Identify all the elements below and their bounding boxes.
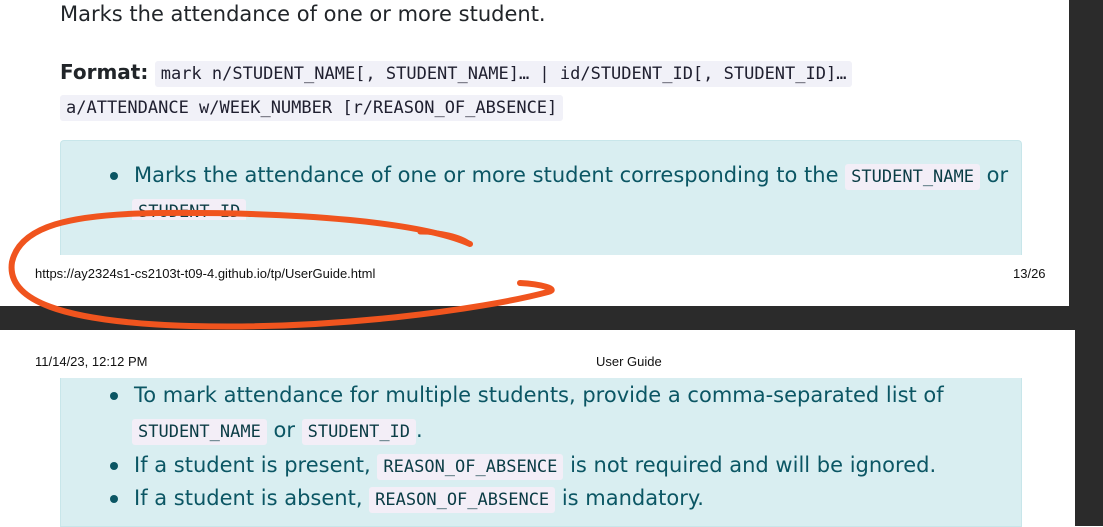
list-item: If a student is absent, REASON_OF_ABSENC… — [110, 486, 704, 513]
print-header-title: User Guide — [596, 354, 662, 369]
inline-code: REASON_OF_ABSENCE — [377, 454, 564, 480]
inline-code: STUDENT_ID — [301, 419, 417, 445]
page-separator — [0, 306, 1103, 330]
format-code-2: a/ATTENDANCE w/WEEK_NUMBER [r/REASON_OF_… — [60, 95, 564, 121]
list-item-continuation: STUDENT_NAME or STUDENT_ID. — [132, 418, 423, 445]
format-line-1: Format: mark n/STUDENT_NAME[, STUDENT_NA… — [60, 60, 853, 87]
list-item: If a student is present, REASON_OF_ABSEN… — [110, 453, 936, 480]
inline-code: STUDENT_NAME — [132, 419, 267, 445]
inline-code: STUDENT_NAME — [845, 164, 980, 190]
format-code-1: mark n/STUDENT_NAME[, STUDENT_NAME]… | i… — [154, 61, 853, 87]
page-margin-dark — [1069, 0, 1103, 308]
list-item-continuation: STUDENT_ID. — [132, 198, 253, 220]
print-footer-url: https://ay2324s1-cs2103t-t09-4.github.io… — [35, 266, 376, 281]
print-page-number: 13/26 — [1013, 266, 1046, 281]
bullet-dot — [110, 392, 118, 400]
inline-code: STUDENT_ID — [132, 199, 247, 220]
command-description: Marks the attendance of one or more stud… — [60, 2, 546, 26]
page-margin-dark-lower — [1075, 330, 1103, 526]
bullet-dot — [110, 462, 118, 470]
list-item: Marks the attendance of one or more stud… — [110, 163, 1008, 190]
bullet-dot — [110, 172, 118, 180]
list-item: To mark attendance for multiple students… — [110, 383, 944, 407]
format-label: Format: — [60, 60, 149, 84]
bullet-dot — [110, 495, 118, 503]
format-line-2: a/ATTENDANCE w/WEEK_NUMBER [r/REASON_OF_… — [60, 94, 564, 121]
inline-code: REASON_OF_ABSENCE — [369, 487, 556, 513]
print-header-date: 11/14/23, 12:12 PM — [35, 354, 148, 369]
